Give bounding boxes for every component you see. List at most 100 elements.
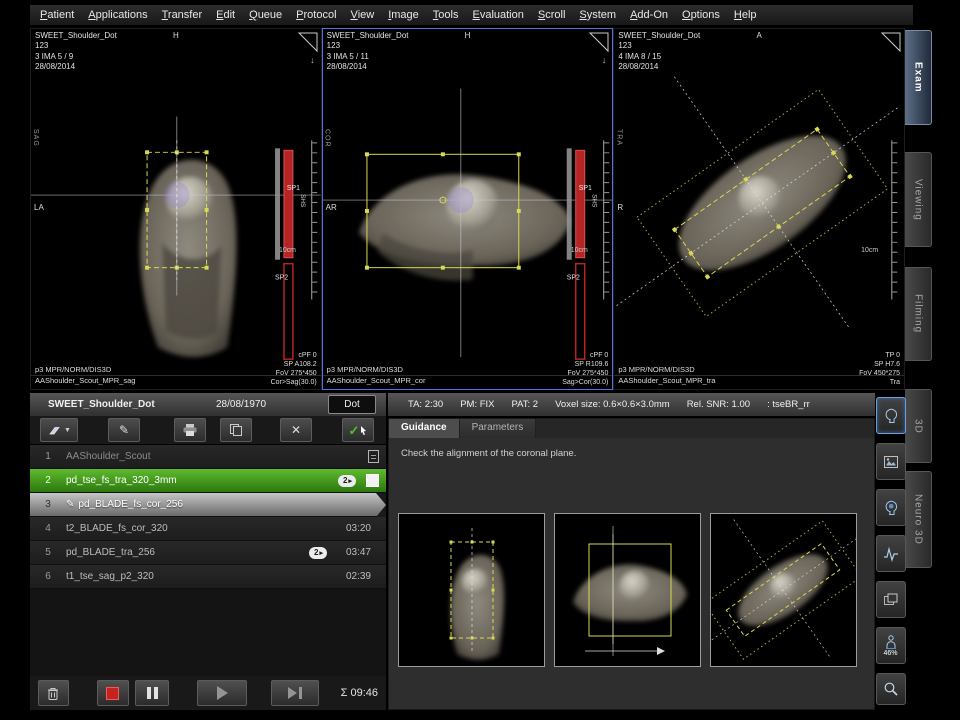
menu-item[interactable]: Add-On <box>624 8 674 22</box>
image-date: 28/08/2014 <box>35 62 117 72</box>
print-button[interactable] <box>174 418 206 442</box>
sequence-row[interactable]: 4 ✎ t2_BLADE_fs_cor_320 03:20 <box>30 517 386 541</box>
guidance-panel: Guidance Parameters Check the alignment … <box>388 418 875 710</box>
patient-dob: 28/08/1970 <box>216 399 328 410</box>
menu-item[interactable]: Evaluation <box>466 8 529 22</box>
image-header: SWEET_Shoulder_Dot 123 4 IMA 8 / 15 28/0… <box>618 31 700 73</box>
workflow-tab[interactable]: 3D <box>905 389 932 463</box>
corner-fold-icon[interactable] <box>588 31 610 53</box>
sequence-number: 6 <box>30 571 66 582</box>
orientation-top: H <box>465 31 471 40</box>
menu-item[interactable]: Options <box>676 8 726 22</box>
svg-text:10cm: 10cm <box>862 247 879 254</box>
plane-label: SAG <box>32 129 39 147</box>
svg-text:SP2: SP2 <box>275 275 288 282</box>
viewport-coronal[interactable]: SP1 SP2 SHS 10cm SWEET_Shoulder_Dot 123 … <box>322 28 614 390</box>
sequence-number: 5 <box>30 547 66 558</box>
image-number: 3 IMA 5 / 9 <box>35 52 117 62</box>
sequence-duration: 03:20 <box>337 523 371 534</box>
menu-item[interactable]: Image <box>382 8 425 22</box>
transversal-shoulder-image: 10cm <box>614 29 904 389</box>
sequence-row[interactable]: 6 ✎ t1_tse_sag_p2_320 02:39 <box>30 565 386 589</box>
tool-icon-column: 46% <box>876 397 905 705</box>
stamp-tool-button[interactable]: ▼ <box>40 418 78 442</box>
technique-overlay: p3 MPR/NORM/DIS3D AAShoulder_Scout_MPR_t… <box>618 364 715 387</box>
edit-protocol-button[interactable]: ✎ <box>108 418 140 442</box>
zoom-button[interactable] <box>876 673 906 705</box>
delete-button[interactable]: ✕ <box>280 418 312 442</box>
guidance-instruction: Check the alignment of the coronal plane… <box>389 438 874 469</box>
menu-item[interactable]: Transfer <box>156 8 209 22</box>
sequence-name: t1_tse_sag_p2_320 <box>66 571 337 582</box>
workflow-tab[interactable]: Viewing <box>905 152 932 247</box>
series-title: SWEET_Shoulder_Dot <box>327 31 409 41</box>
menu-item[interactable]: Queue <box>243 8 288 22</box>
sar-level-indicator[interactable]: 46% <box>876 627 906 664</box>
scroll-down-icon[interactable]: ↓ <box>602 55 607 65</box>
voxel-size-value: Voxel size: 0.6×0.6×3.0mm <box>555 399 670 410</box>
scroll-down-icon[interactable]: ↓ <box>310 55 315 65</box>
svg-text:SHS: SHS <box>299 194 306 207</box>
sequence-row[interactable]: 3 ✎ pd_BLADE_fs_cor_256 <box>30 493 386 517</box>
patient-id: 123 <box>618 41 700 51</box>
physio-signal-button[interactable] <box>876 535 906 572</box>
menu-item[interactable]: Tools <box>427 8 465 22</box>
workflow-tab[interactable]: Filming <box>905 267 932 361</box>
sequence-number: 1 <box>30 451 66 462</box>
sar-percentage: 46% <box>883 650 897 657</box>
play-icon <box>217 686 228 700</box>
svg-text:10cm: 10cm <box>279 247 296 254</box>
copy-pages-icon <box>229 423 243 437</box>
menu-item[interactable]: Applications <box>82 8 153 22</box>
image-header: SWEET_Shoulder_Dot 123 3 IMA 5 / 9 28/08… <box>35 31 117 73</box>
head-3d-button[interactable] <box>876 397 906 434</box>
viewport-sagittal[interactable]: SP1 SP2 SHS 10cm SWEET_Shoulder_Dot 123 … <box>30 28 322 390</box>
thumbnail-sagittal-image <box>399 514 544 666</box>
waveform-icon <box>883 546 899 562</box>
workflow-tab[interactable]: Neuro 3D <box>905 471 932 568</box>
corner-fold-icon[interactable] <box>880 31 902 53</box>
menu-item[interactable]: Edit <box>210 8 241 22</box>
image-stack-button[interactable] <box>876 581 906 618</box>
tab-parameters[interactable]: Parameters <box>460 419 537 438</box>
stamp-icon <box>47 425 61 436</box>
apply-button[interactable]: ✓ <box>342 418 374 442</box>
stop-square-icon[interactable] <box>366 474 379 487</box>
menu-item[interactable]: System <box>573 8 622 22</box>
skip-icon <box>288 687 302 699</box>
corner-fold-icon[interactable] <box>297 31 319 53</box>
sequence-row[interactable]: 5 ✎ pd_BLADE_tra_256 2 03:47 <box>30 541 386 565</box>
sequence-status-bar: TA: 2:30 PM: FIX PAT: 2 Voxel size: 0.6×… <box>388 393 875 416</box>
menu-item[interactable]: Help <box>728 8 763 22</box>
stop-button[interactable] <box>97 680 129 706</box>
patient-name: SWEET_Shoulder_Dot <box>36 399 216 410</box>
orientation-left: AR <box>326 203 337 212</box>
image-gallery-button[interactable] <box>876 443 906 480</box>
skip-to-end-button[interactable] <box>271 680 319 706</box>
menu-item[interactable]: Patient <box>34 8 80 22</box>
workflow-tab[interactable]: Exam <box>905 30 932 125</box>
orientation-top: H <box>173 31 179 40</box>
tab-guidance[interactable]: Guidance <box>389 419 460 438</box>
play-button[interactable] <box>197 680 247 706</box>
dot-engine-button[interactable]: Dot <box>328 395 376 414</box>
pause-button[interactable] <box>135 680 169 706</box>
copy-parameters-button[interactable] <box>220 418 252 442</box>
menu-item[interactable]: Scroll <box>532 8 572 22</box>
queue-transport-bar: Σ 09:46 <box>30 676 386 710</box>
trash-button[interactable] <box>38 680 69 706</box>
sagittal-shoulder-image: SP1 SP2 SHS 10cm <box>31 29 321 389</box>
coronal-shoulder-image: SP1 SP2 SHS 10cm <box>323 29 613 389</box>
info-tabs: Guidance Parameters <box>389 419 874 438</box>
menu-item[interactable]: View <box>345 8 381 22</box>
sequence-number: 4 <box>30 523 66 534</box>
menu-item[interactable]: Protocol <box>290 8 342 22</box>
close-x-icon: ✕ <box>291 423 301 437</box>
sequence-list: 1 ✎ AAShoulder_Scout 2 ✎ pd_tse_fs_tra_3… <box>30 445 386 589</box>
series-title: SWEET_Shoulder_Dot <box>618 31 700 41</box>
sequence-row[interactable]: 1 ✎ AAShoulder_Scout <box>30 445 386 469</box>
sequence-row[interactable]: 2 ✎ pd_tse_fs_tra_320_3mm 2 <box>30 469 386 493</box>
viewport-transversal[interactable]: 10cm SWEET_Shoulder_Dot 123 4 IMA 8 / 15… <box>613 28 905 390</box>
neuro-head-button[interactable] <box>876 489 906 526</box>
workflow-tab-strip: Exam Viewing Filming 3D Neuro 3D <box>905 30 932 568</box>
